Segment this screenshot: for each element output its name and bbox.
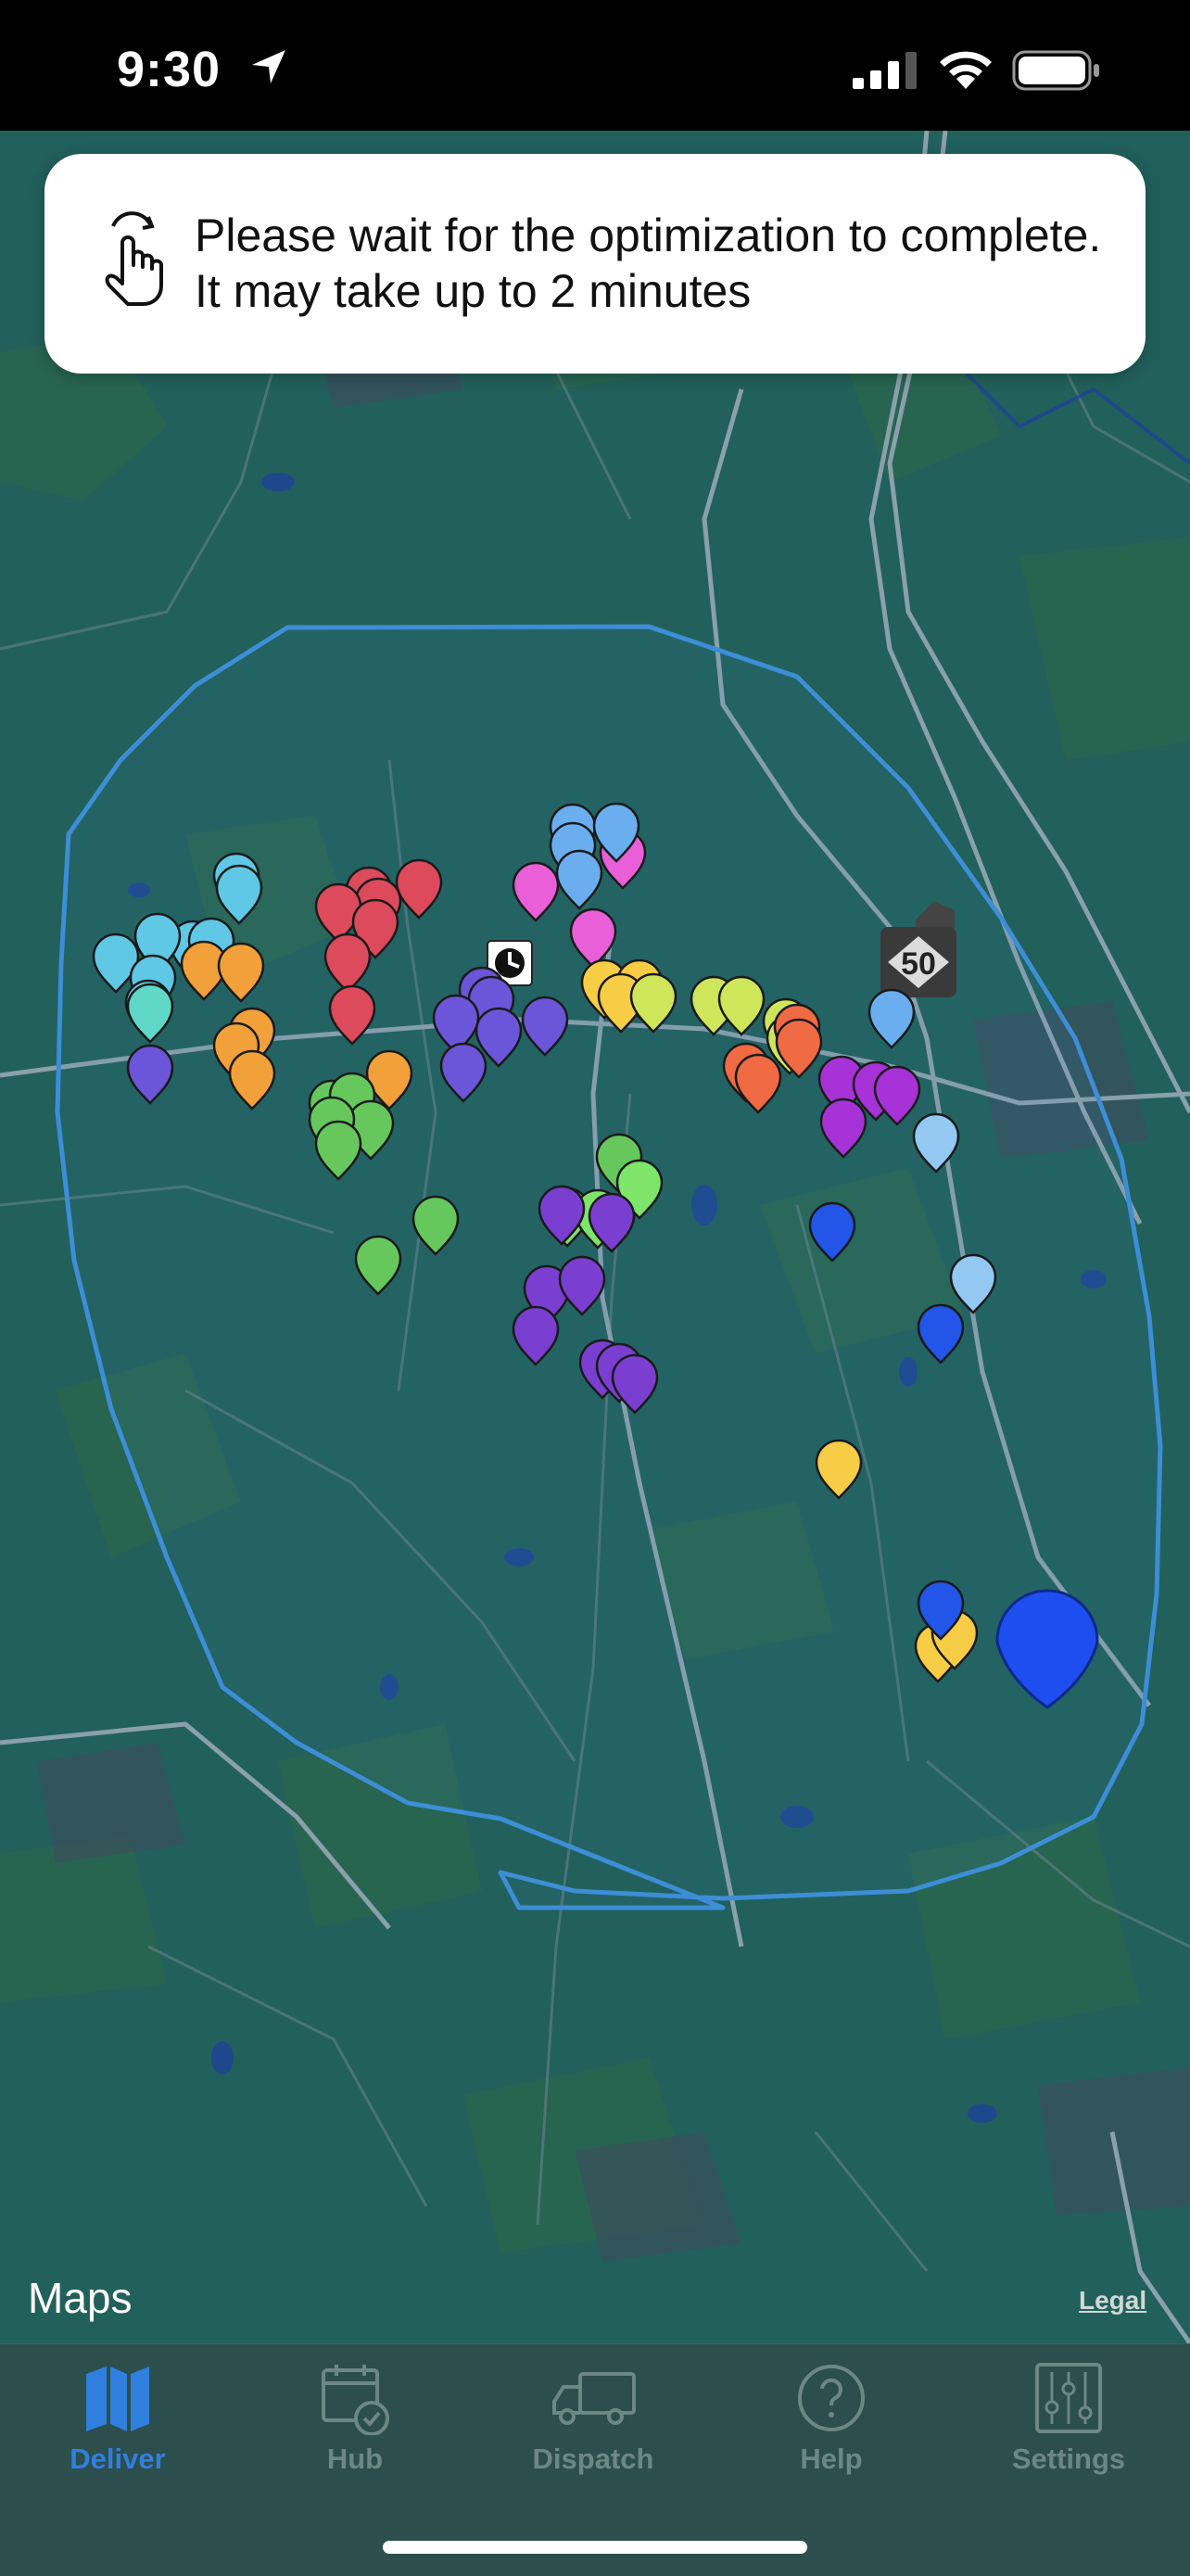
truck-icon <box>552 2372 636 2425</box>
tab-help-label: Help <box>800 2443 863 2475</box>
tab-settings-label: Settings <box>1011 2443 1126 2475</box>
home-indicator <box>383 2541 807 2554</box>
tab-hub-label: Hub <box>326 2443 384 2475</box>
status-bar: 9:30 <box>0 0 1190 131</box>
cellular-signal-icon <box>853 52 917 89</box>
wifi-icon <box>940 51 992 89</box>
legal-link[interactable]: Legal <box>1079 2286 1146 2316</box>
optimization-toast: Please wait for the optimization to comp… <box>44 154 1146 374</box>
status-time: 9:30 <box>117 42 222 97</box>
calendar-check-icon <box>322 2365 389 2435</box>
optimization-message: Please wait for the optimization to comp… <box>195 209 1102 317</box>
sliders-icon <box>1035 2363 1102 2433</box>
maps-attribution: Maps <box>28 2273 132 2323</box>
tab-dispatch-label: Dispatch <box>532 2443 654 2475</box>
tab-settings[interactable]: Settings <box>976 2361 1161 2500</box>
tab-hub[interactable]: Hub <box>262 2361 448 2500</box>
hand-tap-icon <box>105 211 163 306</box>
map-view[interactable]: 50 <box>0 131 1190 2343</box>
map-icon <box>86 2367 149 2431</box>
route-shield-label: 50 <box>901 946 936 982</box>
location-arrow-icon <box>252 50 285 83</box>
tab-dispatch[interactable]: Dispatch <box>500 2361 686 2500</box>
tab-deliver-label: Deliver <box>70 2443 166 2475</box>
map-canvas[interactable]: 50 <box>0 131 1190 2343</box>
battery-full-icon <box>1012 50 1099 91</box>
tab-help[interactable]: Help <box>739 2361 924 2500</box>
question-circle-icon <box>798 2365 865 2431</box>
maps-attribution-label: Maps <box>28 2274 133 2322</box>
tab-deliver[interactable]: Deliver <box>25 2361 210 2500</box>
